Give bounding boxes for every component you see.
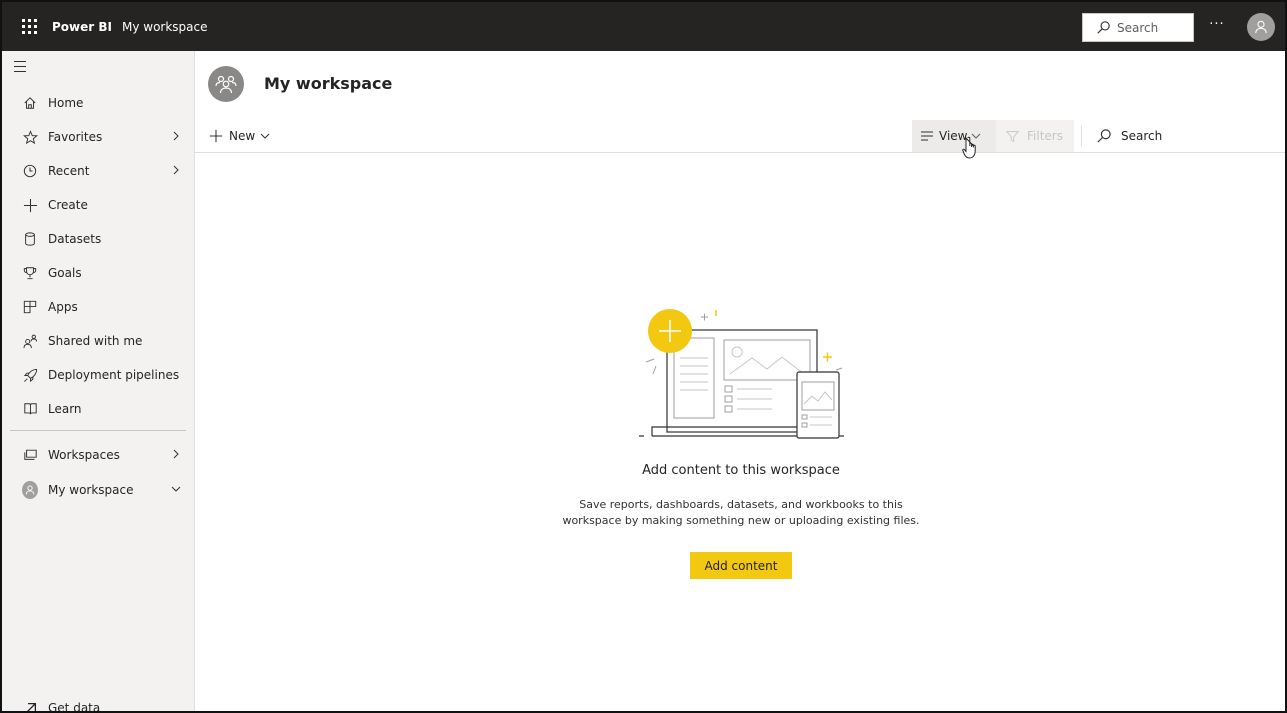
sidebar-item-deployment-pipelines[interactable]: Deployment pipelines — [2, 359, 194, 391]
arrow-up-right-icon — [22, 700, 38, 711]
sidebar-item-label: Workspaces — [48, 448, 120, 462]
sidebar-item-label: Home — [48, 96, 84, 110]
chevron-down-icon — [260, 133, 270, 139]
app-launcher-icon[interactable] — [16, 14, 42, 40]
content-search-box[interactable]: Search — [1089, 120, 1209, 152]
workspace-icon — [208, 66, 244, 102]
empty-state-description-line: Save reports, dashboards, datasets, and … — [579, 498, 903, 511]
sidebar-item-label: Apps — [48, 300, 78, 314]
hamburger-menu-icon[interactable] — [14, 61, 32, 75]
brand-label[interactable]: Power BI — [52, 20, 112, 34]
content-search-placeholder: Search — [1121, 129, 1163, 143]
filters-button[interactable]: Filters — [996, 120, 1074, 152]
toolbar-divider — [1081, 126, 1082, 146]
sidebar-item-my-workspace[interactable]: My workspace — [2, 474, 194, 506]
database-icon — [22, 231, 38, 247]
plus-icon — [209, 129, 223, 143]
empty-workspace-illustration — [639, 309, 844, 439]
book-icon — [22, 401, 38, 417]
app-frame: Power BI My workspace Search ··· Home Fa… — [0, 0, 1287, 713]
sidebar-item-label: Favorites — [48, 130, 103, 144]
sidebar-item-label: Goals — [48, 266, 82, 280]
account-avatar[interactable] — [1247, 13, 1275, 41]
chevron-right-icon — [173, 165, 179, 175]
person-icon — [1255, 20, 1267, 34]
shared-icon — [22, 333, 38, 349]
home-icon — [22, 95, 38, 111]
filter-icon — [1006, 130, 1019, 142]
sidebar-item-label: Get data — [48, 701, 101, 713]
sidebar-divider — [10, 430, 186, 431]
plus-icon — [22, 197, 38, 213]
sidebar-item-label: My workspace — [48, 483, 134, 497]
toolbar: New View Filters Search — [195, 120, 1285, 153]
sidebar-item-create[interactable]: Create — [2, 189, 194, 221]
trophy-icon — [22, 265, 38, 281]
page-title: My workspace — [264, 74, 393, 93]
sidebar-item-get-data[interactable]: Get data — [2, 692, 194, 713]
search-icon — [1097, 129, 1111, 143]
chevron-right-icon — [173, 449, 179, 459]
rocket-icon — [22, 367, 38, 383]
sidebar-item-label: Create — [48, 198, 88, 212]
people-icon — [215, 75, 237, 94]
sidebar-item-datasets[interactable]: Datasets — [2, 223, 194, 255]
sidebar-item-label: Recent — [48, 164, 90, 178]
sidebar-item-label: Datasets — [48, 232, 102, 246]
top-search-box[interactable]: Search — [1082, 13, 1194, 42]
view-button[interactable]: View — [912, 120, 996, 152]
breadcrumb-workspace[interactable]: My workspace — [122, 20, 208, 34]
empty-state-title: Add content to this workspace — [642, 463, 840, 478]
chevron-down-icon — [171, 486, 181, 492]
apps-icon — [22, 299, 38, 315]
sidebar-item-label: Learn — [48, 402, 82, 416]
search-icon — [1097, 21, 1110, 34]
new-label: New — [229, 129, 256, 143]
workspaces-icon — [22, 447, 38, 463]
sidebar: Home Favorites Recent Create Datasets Go… — [2, 51, 195, 713]
workspace-avatar-icon — [22, 481, 38, 499]
sidebar-item-learn[interactable]: Learn — [2, 393, 194, 425]
list-view-icon — [921, 131, 933, 141]
sidebar-item-label: Shared with me — [48, 334, 143, 348]
add-content-button[interactable]: Add content — [690, 552, 792, 579]
hand-cursor-icon — [962, 136, 976, 159]
sidebar-item-workspaces[interactable]: Workspaces — [2, 439, 194, 471]
filters-label: Filters — [1027, 129, 1063, 143]
new-button[interactable]: New — [209, 126, 270, 146]
empty-state-description-line: workspace by making something new or upl… — [562, 514, 920, 527]
sidebar-item-goals[interactable]: Goals — [2, 257, 194, 289]
clock-icon — [22, 163, 38, 179]
chevron-right-icon — [173, 131, 179, 141]
top-search-placeholder: Search — [1117, 20, 1159, 35]
star-icon — [22, 129, 38, 145]
sidebar-item-home[interactable]: Home — [2, 87, 194, 119]
sidebar-item-shared-with-me[interactable]: Shared with me — [2, 325, 194, 357]
sidebar-item-favorites[interactable]: Favorites — [2, 121, 194, 153]
more-options-icon[interactable]: ··· — [1205, 15, 1229, 39]
sidebar-item-label: Deployment pipelines — [48, 368, 180, 382]
empty-state-description: Save reports, dashboards, datasets, and … — [542, 497, 940, 529]
sidebar-item-recent[interactable]: Recent — [2, 155, 194, 187]
sidebar-item-apps[interactable]: Apps — [2, 291, 194, 323]
